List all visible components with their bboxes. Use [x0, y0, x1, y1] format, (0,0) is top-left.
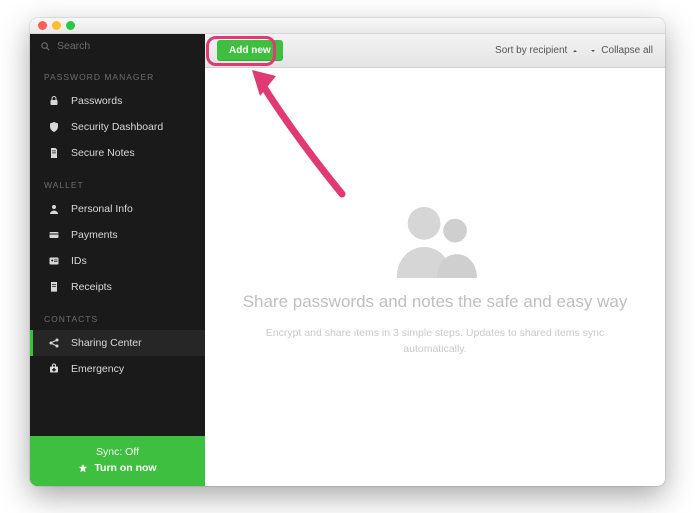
note-icon: [47, 147, 61, 159]
empty-state: Share passwords and notes the safe and e…: [205, 68, 665, 486]
window-zoom-button[interactable]: [66, 21, 75, 30]
add-new-button[interactable]: Add new: [217, 40, 283, 61]
chevron-down-icon: [589, 47, 597, 55]
sync-status-label: Sync: Off: [36, 446, 199, 458]
sync-cta-label: Turn on now: [94, 462, 156, 474]
app-window: PASSWORD MANAGER Passwords Security Dash…: [30, 18, 665, 486]
sidebar-item-emergency[interactable]: Emergency: [30, 356, 205, 382]
sidebar-item-personal-info[interactable]: Personal Info: [30, 196, 205, 222]
section-title-password-manager: PASSWORD MANAGER: [30, 58, 205, 88]
search-input[interactable]: [57, 40, 195, 52]
empty-heading: Share passwords and notes the safe and e…: [243, 292, 628, 312]
sidebar-spacer: [30, 382, 205, 436]
sidebar-item-security-dashboard[interactable]: Security Dashboard: [30, 114, 205, 140]
sidebar: PASSWORD MANAGER Passwords Security Dash…: [30, 34, 205, 486]
sidebar-item-label: Sharing Center: [71, 337, 142, 349]
sidebar-item-label: Security Dashboard: [71, 121, 163, 133]
sidebar-item-passwords[interactable]: Passwords: [30, 88, 205, 114]
receipt-icon: [47, 281, 61, 293]
sidebar-item-label: Emergency: [71, 363, 124, 375]
empty-subtext: Encrypt and share items in 3 simple step…: [245, 326, 625, 358]
sidebar-item-label: Secure Notes: [71, 147, 135, 159]
toolbar: Add new Sort by recipient Collapse all: [205, 34, 665, 68]
app-body: PASSWORD MANAGER Passwords Security Dash…: [30, 34, 665, 486]
sidebar-item-ids[interactable]: IDs: [30, 248, 205, 274]
card-icon: [47, 229, 61, 241]
sidebar-item-label: Personal Info: [71, 203, 133, 215]
search-icon: [40, 41, 51, 52]
sidebar-item-payments[interactable]: Payments: [30, 222, 205, 248]
section-title-contacts: CONTACTS: [30, 300, 205, 330]
collapse-all-button[interactable]: Collapse all: [589, 45, 653, 56]
share-icon: [47, 337, 61, 349]
search-box[interactable]: [30, 34, 205, 58]
section-title-wallet: WALLET: [30, 166, 205, 196]
window-minimize-button[interactable]: [52, 21, 61, 30]
sidebar-item-receipts[interactable]: Receipts: [30, 274, 205, 300]
sidebar-item-label: Payments: [71, 229, 118, 241]
id-icon: [47, 255, 61, 267]
lock-icon: [47, 95, 61, 107]
sync-turn-on-button[interactable]: Turn on now: [36, 462, 199, 474]
window-close-button[interactable]: [38, 21, 47, 30]
sort-by-button[interactable]: Sort by recipient: [495, 45, 579, 56]
shield-icon: [47, 121, 61, 133]
sort-label: Sort by recipient: [495, 45, 567, 56]
main-panel: Add new Sort by recipient Collapse all: [205, 34, 665, 486]
star-icon: [78, 463, 88, 473]
emergency-icon: [47, 363, 61, 375]
sync-banner[interactable]: Sync: Off Turn on now: [30, 436, 205, 486]
window-titlebar: [30, 18, 665, 34]
sidebar-item-label: IDs: [71, 255, 87, 267]
sidebar-item-sharing-center[interactable]: Sharing Center: [30, 330, 205, 356]
sidebar-item-label: Receipts: [71, 281, 112, 293]
people-illustration: [380, 196, 490, 278]
person-icon: [47, 203, 61, 215]
collapse-label: Collapse all: [601, 45, 653, 56]
chevron-up-icon: [571, 47, 579, 55]
sidebar-item-label: Passwords: [71, 95, 122, 107]
sidebar-item-secure-notes[interactable]: Secure Notes: [30, 140, 205, 166]
